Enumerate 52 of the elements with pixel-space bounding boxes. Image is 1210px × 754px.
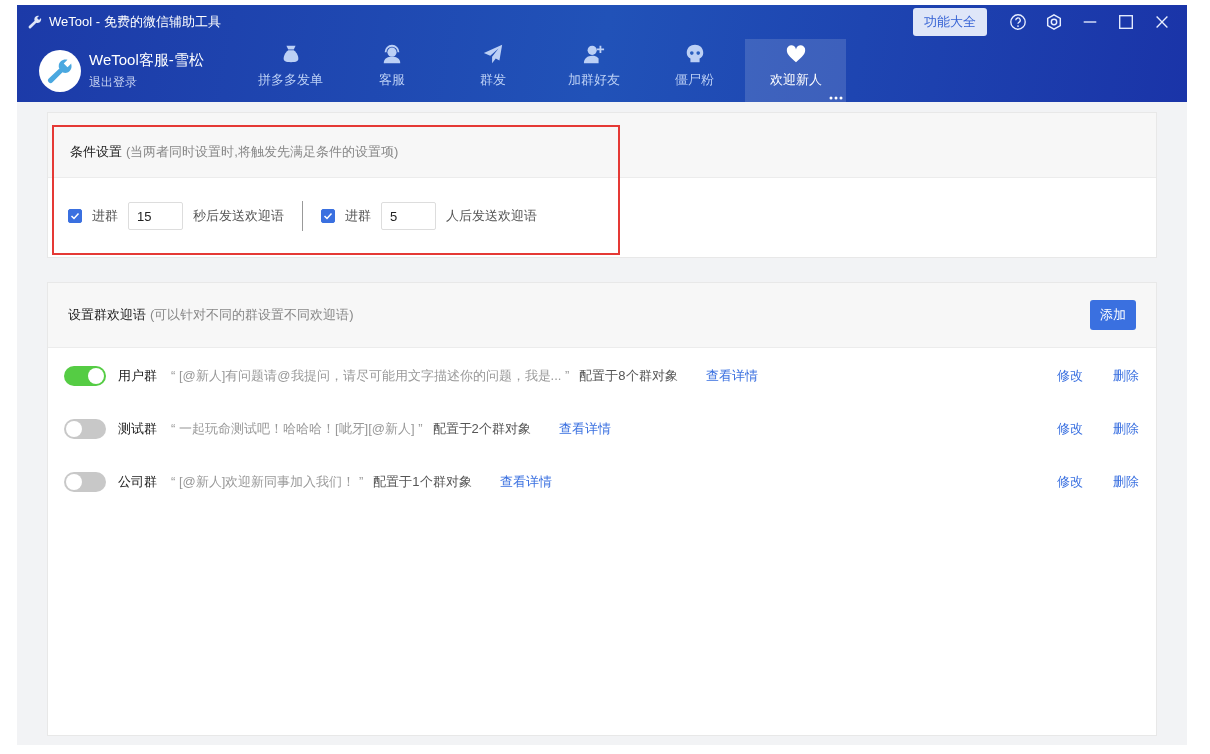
greeting-message: “ [@新人]有问题请@我提问，请尽可能用文字描述你的问题，我是... ” <box>171 366 570 385</box>
checkbox[interactable] <box>321 209 335 223</box>
edit-link[interactable]: 修改 <box>1057 366 1083 385</box>
nav-tab[interactable]: 群发 <box>442 39 543 102</box>
details-link[interactable]: 查看详情 <box>705 366 758 385</box>
edit-link[interactable]: 修改 <box>1057 472 1083 491</box>
delete-link[interactable]: 删除 <box>1113 366 1139 385</box>
section-title: 设置群欢迎语 <box>68 306 146 324</box>
config-count: 配置于2个群对象 <box>432 419 531 438</box>
window-title: WeTool - 免费的微信辅助工具 <box>49 13 221 31</box>
details-link[interactable]: 查看详情 <box>499 472 552 491</box>
maximize-icon[interactable] <box>1117 13 1135 31</box>
features-button[interactable]: 功能大全 <box>913 8 987 36</box>
number-field[interactable]: 15 <box>128 202 183 230</box>
toggle-switch[interactable] <box>64 365 106 386</box>
group-name: 公司群 <box>118 472 157 491</box>
group-name: 用户群 <box>118 366 157 385</box>
check-icon <box>70 211 80 221</box>
heart-icon <box>784 43 807 65</box>
config-count: 配置于1个群对象 <box>373 472 472 491</box>
nav-tab[interactable]: 欢迎新人 <box>745 39 846 102</box>
config-count: 配置于8个群对象 <box>579 366 678 385</box>
settings-icon[interactable] <box>1045 13 1063 31</box>
group-name: 测试群 <box>118 419 157 438</box>
nav-tab[interactable]: 拼多多发单 <box>240 39 341 102</box>
section-hint: (可以针对不同的群设置不同欢迎语) <box>150 306 354 324</box>
greeting-message: “ [@新人]欢迎新同事加入我们！ ” <box>171 472 364 491</box>
nav-tab[interactable]: 客服 <box>341 39 442 102</box>
toggle-switch[interactable] <box>64 471 106 492</box>
nav-tab[interactable]: 加群好友 <box>543 39 644 102</box>
field-suffix: 秒后发送欢迎语 <box>193 207 284 225</box>
account-name: WeTool客服-雪松 <box>89 50 204 70</box>
add-user-icon <box>582 43 605 65</box>
section-title: 条件设置 <box>70 143 122 161</box>
delete-link[interactable]: 删除 <box>1113 472 1139 491</box>
section-hint: (当两者同时设置时,将触发先满足条件的设置项) <box>126 143 399 161</box>
wrench-icon <box>27 14 43 30</box>
toggle-switch[interactable] <box>64 418 106 439</box>
more-icon <box>829 96 843 100</box>
checkbox-label: 进群 <box>345 207 371 225</box>
help-icon[interactable] <box>1009 13 1027 31</box>
delete-link[interactable]: 删除 <box>1113 419 1139 438</box>
checkbox-label: 进群 <box>92 207 118 225</box>
check-icon <box>323 211 333 221</box>
details-link[interactable]: 查看详情 <box>558 419 611 438</box>
edit-link[interactable]: 修改 <box>1057 419 1083 438</box>
add-button[interactable]: 添加 <box>1090 300 1136 330</box>
nav-tab[interactable]: 僵尸粉 <box>644 39 745 102</box>
logout-link[interactable]: 退出登录 <box>89 73 204 91</box>
number-field[interactable]: 5 <box>381 202 436 230</box>
checkbox[interactable] <box>68 209 82 223</box>
field-suffix: 人后发送欢迎语 <box>446 207 537 225</box>
